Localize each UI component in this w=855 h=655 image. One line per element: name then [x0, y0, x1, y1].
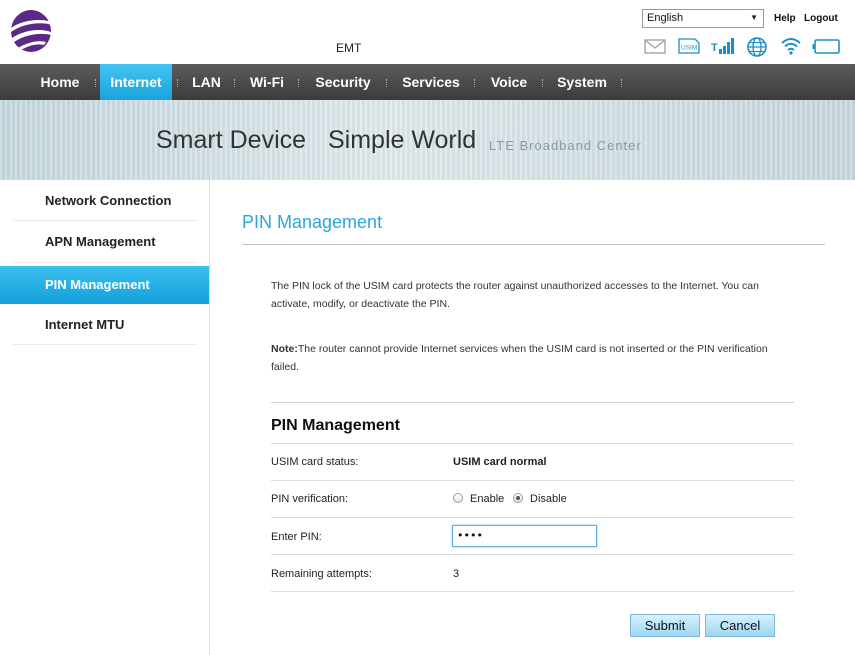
disable-radio[interactable]	[513, 493, 523, 503]
nav-services[interactable]: Services	[394, 64, 468, 100]
sidebar-item-network-connection[interactable]: Network Connection	[0, 182, 209, 220]
enable-radio[interactable]	[453, 493, 463, 503]
nav-security[interactable]: Security	[306, 64, 380, 100]
language-value: English	[647, 12, 684, 24]
note-label: Note:	[271, 343, 298, 355]
note-text: Note:The router cannot provide Internet …	[271, 340, 791, 376]
sidebar-divider	[12, 220, 197, 221]
remaining-attempts-label: Remaining attempts:	[271, 568, 372, 580]
nav-system[interactable]: System	[550, 64, 614, 100]
main-nav: Home Internet LAN Wi-Fi Security Service…	[0, 64, 855, 100]
divider	[242, 244, 825, 245]
sidebar-item-internet-mtu[interactable]: Internet MTU	[0, 306, 209, 344]
signal-icon: T	[711, 38, 734, 54]
nav-lan[interactable]: LAN	[184, 64, 229, 100]
language-select[interactable]: English ▼	[642, 9, 764, 28]
disable-radio-label[interactable]: Disable	[530, 493, 567, 505]
divider	[271, 517, 794, 518]
help-link[interactable]: Help	[774, 13, 796, 24]
nav-voice[interactable]: Voice	[482, 64, 536, 100]
enter-pin-label: Enter PIN:	[271, 531, 322, 543]
banner-slogan: Smart Device	[156, 126, 307, 154]
brand-logo	[11, 10, 52, 52]
usim-icon: USIM	[678, 38, 700, 54]
nav-separator	[95, 79, 97, 87]
nav-internet[interactable]: Internet	[100, 64, 172, 100]
sidebar: Network Connection APN Management PIN Ma…	[0, 180, 210, 655]
note-body: The router cannot provide Internet servi…	[271, 343, 768, 373]
enable-radio-label[interactable]: Enable	[470, 493, 504, 505]
remaining-attempts-value: 3	[453, 568, 460, 580]
divider	[271, 591, 794, 592]
globe-icon	[747, 37, 767, 57]
chevron-down-icon: ▼	[750, 13, 758, 22]
cancel-button[interactable]: Cancel	[705, 614, 775, 637]
description-text: The PIN lock of the USIM card protects t…	[271, 280, 759, 310]
carrier-name: EMT	[336, 41, 362, 55]
usim-status-value: USIM card normal	[453, 456, 547, 468]
banner-subtitle: LTE Broadband Center	[489, 138, 642, 153]
nav-separator	[177, 79, 179, 87]
section-title: PIN Management	[271, 417, 400, 434]
header: EMT English ▼ Help Logout USIM T	[0, 0, 855, 64]
nav-separator	[542, 79, 544, 87]
pin-input[interactable]: ••••	[452, 525, 597, 547]
nav-separator	[298, 79, 300, 87]
divider	[271, 443, 794, 444]
nav-separator	[621, 79, 623, 87]
usim-status-label: USIM card status:	[271, 456, 359, 468]
logout-link[interactable]: Logout	[804, 13, 838, 24]
wifi-icon	[781, 38, 801, 55]
sidebar-divider	[12, 344, 197, 345]
divider	[271, 402, 794, 403]
nav-home[interactable]: Home	[30, 64, 90, 100]
nav-separator	[386, 79, 388, 87]
nav-wifi[interactable]: Wi-Fi	[241, 64, 293, 100]
nav-separator	[234, 79, 236, 87]
sidebar-item-pin-management[interactable]: PIN Management	[0, 266, 209, 304]
divider	[271, 554, 794, 555]
nav-separator	[474, 79, 476, 87]
svg-text:USIM: USIM	[681, 45, 697, 52]
svg-text:T: T	[711, 42, 718, 54]
sidebar-divider	[12, 262, 197, 263]
banner-slogan: Simple World	[328, 126, 477, 154]
sidebar-item-apn-management[interactable]: APN Management	[0, 223, 209, 261]
divider	[271, 480, 794, 481]
pin-verification-label: PIN verification:	[271, 493, 349, 505]
page-title: PIN Management	[242, 212, 383, 232]
submit-button[interactable]: Submit	[630, 614, 700, 637]
battery-icon	[812, 39, 840, 54]
message-icon[interactable]	[644, 39, 666, 54]
